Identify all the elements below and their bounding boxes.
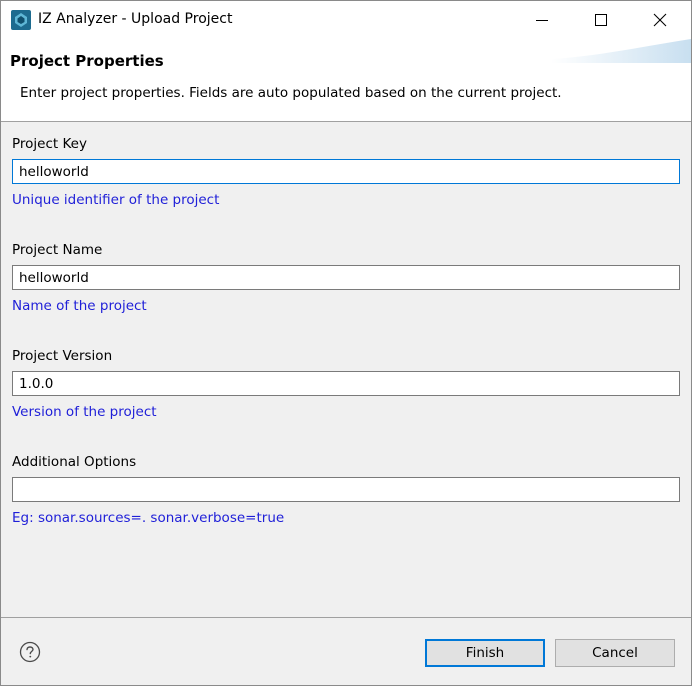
additional-options-input[interactable] [12,477,680,502]
close-icon [653,13,667,27]
additional-options-label: Additional Options [12,454,137,470]
maximize-icon [595,14,607,26]
upload-project-dialog: IZ Analyzer - Upload Project Project Pro… [0,0,692,686]
banner-graphic [551,39,691,63]
title-bar: IZ Analyzer - Upload Project [1,1,691,39]
page-description: Enter project properties. Fields are aut… [20,85,562,101]
finish-button[interactable]: Finish [425,639,545,667]
project-key-label: Project Key [12,136,87,152]
help-button[interactable] [19,641,41,663]
project-version-label: Project Version [12,348,113,364]
project-name-help: Name of the project [12,298,147,314]
footer-separator [1,617,691,618]
close-button[interactable] [631,1,689,39]
project-version-input[interactable] [12,371,680,396]
app-icon [11,10,31,30]
project-name-input[interactable] [12,265,680,290]
minimize-button[interactable] [513,1,571,39]
page-title: Project Properties [10,52,164,70]
cancel-button[interactable]: Cancel [555,639,675,667]
minimize-icon [536,20,548,21]
window-title: IZ Analyzer - Upload Project [38,11,233,27]
additional-options-help: Eg: sonar.sources=. sonar.verbose=true [12,510,285,526]
help-icon [19,641,41,663]
maximize-button[interactable] [572,1,630,39]
project-version-help: Version of the project [12,404,157,420]
project-name-label: Project Name [12,242,103,258]
wizard-banner: Project Properties Enter project propert… [1,39,691,122]
project-key-help: Unique identifier of the project [12,192,220,208]
project-key-input[interactable] [12,159,680,184]
